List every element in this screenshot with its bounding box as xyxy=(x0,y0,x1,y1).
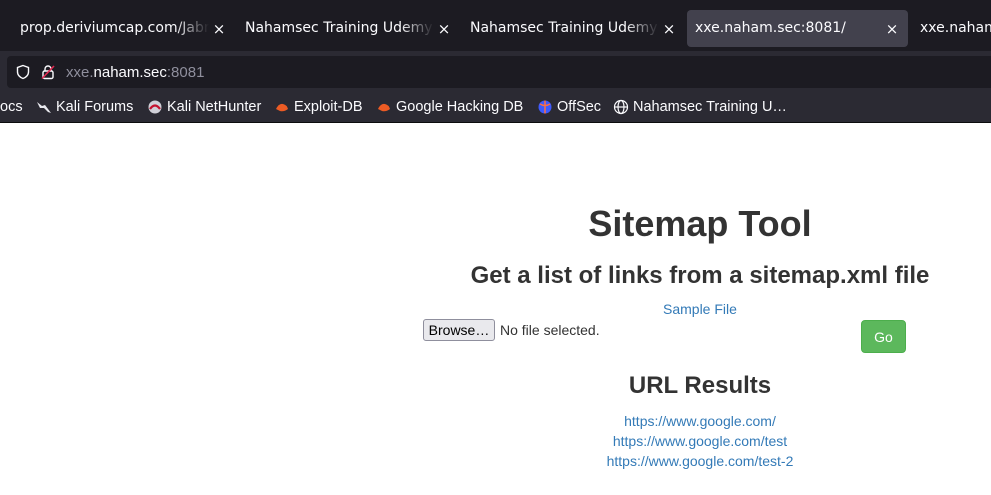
nethunter-icon xyxy=(147,99,163,115)
result-link[interactable]: https://www.google.com/ xyxy=(0,411,991,431)
bookmark-offsec[interactable]: OffSec xyxy=(537,92,601,122)
page-content: Sitemap Tool Get a list of links from a … xyxy=(0,123,991,495)
bookmark-label: Google Hacking DB xyxy=(396,99,524,115)
tab-close-icon[interactable]: × xyxy=(436,21,452,37)
tab-title: prop.deriviumcap.com/Jabra xyxy=(20,20,209,36)
url-port: :8081 xyxy=(166,63,205,81)
url-text[interactable]: xxe.naham.sec:8081 xyxy=(66,64,204,81)
sample-file-link[interactable]: Sample File xyxy=(663,301,737,317)
bookmark-label: ocs xyxy=(0,99,23,115)
tab-title: xxe.naham.sec:8081/ xyxy=(695,20,846,36)
tab-xxe-naham-sec[interactable]: xxe.naham.sec:8081/ × xyxy=(687,10,908,47)
insecure-lock-icon[interactable] xyxy=(39,63,57,81)
bookmarks-toolbar: ocs Kali Forums Kali NetHunter Exploit-D… xyxy=(0,92,991,123)
result-link[interactable]: https://www.google.com/test xyxy=(0,431,991,451)
tab-nahamsec-udemy-2[interactable]: Nahamsec Training Udemy C × xyxy=(462,10,685,47)
exploit-db-icon xyxy=(274,99,290,115)
bookmark-label: OffSec xyxy=(557,99,602,115)
go-button[interactable]: Go xyxy=(861,320,906,353)
tab-close-icon[interactable]: × xyxy=(661,21,677,37)
page-subtitle: Get a list of links from a sitemap.xml f… xyxy=(470,262,930,289)
tab-strip: prop.deriviumcap.com/Jabra × Nahamsec Tr… xyxy=(0,0,991,51)
tab-xxe-naham-partial[interactable]: xxe.naham xyxy=(912,10,991,47)
bookmark-label: Kali NetHunter xyxy=(167,99,262,115)
tab-nahamsec-udemy-1[interactable]: Nahamsec Training Udemy C × xyxy=(237,10,460,47)
globe-icon xyxy=(613,99,629,115)
browse-button[interactable]: Browse… xyxy=(423,319,495,341)
bookmark-label: Exploit-DB xyxy=(294,99,363,115)
file-status: No file selected. xyxy=(500,322,600,338)
bookmark-kali-forums[interactable]: Kali Forums xyxy=(36,92,133,122)
file-input[interactable]: Browse… No file selected. xyxy=(423,319,600,341)
tab-title: Nahamsec Training Udemy C xyxy=(470,20,659,36)
ghdb-icon xyxy=(376,99,392,115)
offsec-icon xyxy=(537,99,553,115)
navigation-toolbar: xxe.naham.sec:8081 xyxy=(0,51,991,92)
bookmark-exploit-db[interactable]: Exploit-DB xyxy=(274,92,363,122)
url-host: naham.sec xyxy=(93,63,167,81)
tab-title: xxe.naham xyxy=(920,20,991,36)
results-heading: URL Results xyxy=(628,372,772,399)
bookmark-nahamsec-training[interactable]: Nahamsec Training U… xyxy=(613,92,787,122)
tab-prop-deriviumcap[interactable]: prop.deriviumcap.com/Jabra × xyxy=(12,10,235,47)
url-prefix: xxe. xyxy=(66,63,94,81)
kali-dragon-icon xyxy=(36,99,52,115)
bookmark-label: Nahamsec Training U… xyxy=(633,99,787,115)
result-link[interactable]: https://www.google.com/test-2 xyxy=(0,451,991,471)
page-title: Sitemap Tool xyxy=(588,203,812,244)
url-bar[interactable]: xxe.naham.sec:8081 xyxy=(7,56,991,88)
tab-close-icon[interactable]: × xyxy=(211,21,227,37)
tab-close-icon[interactable]: × xyxy=(884,21,900,37)
shield-icon[interactable] xyxy=(14,63,32,81)
bookmark-google-hacking-db[interactable]: Google Hacking DB xyxy=(376,92,523,122)
bookmark-docs[interactable]: ocs xyxy=(0,92,23,122)
results-list: https://www.google.com/ https://www.goog… xyxy=(0,411,991,471)
bookmark-kali-nethunter[interactable]: Kali NetHunter xyxy=(147,92,261,122)
tab-title: Nahamsec Training Udemy C xyxy=(245,20,434,36)
bookmark-label: Kali Forums xyxy=(56,99,134,115)
